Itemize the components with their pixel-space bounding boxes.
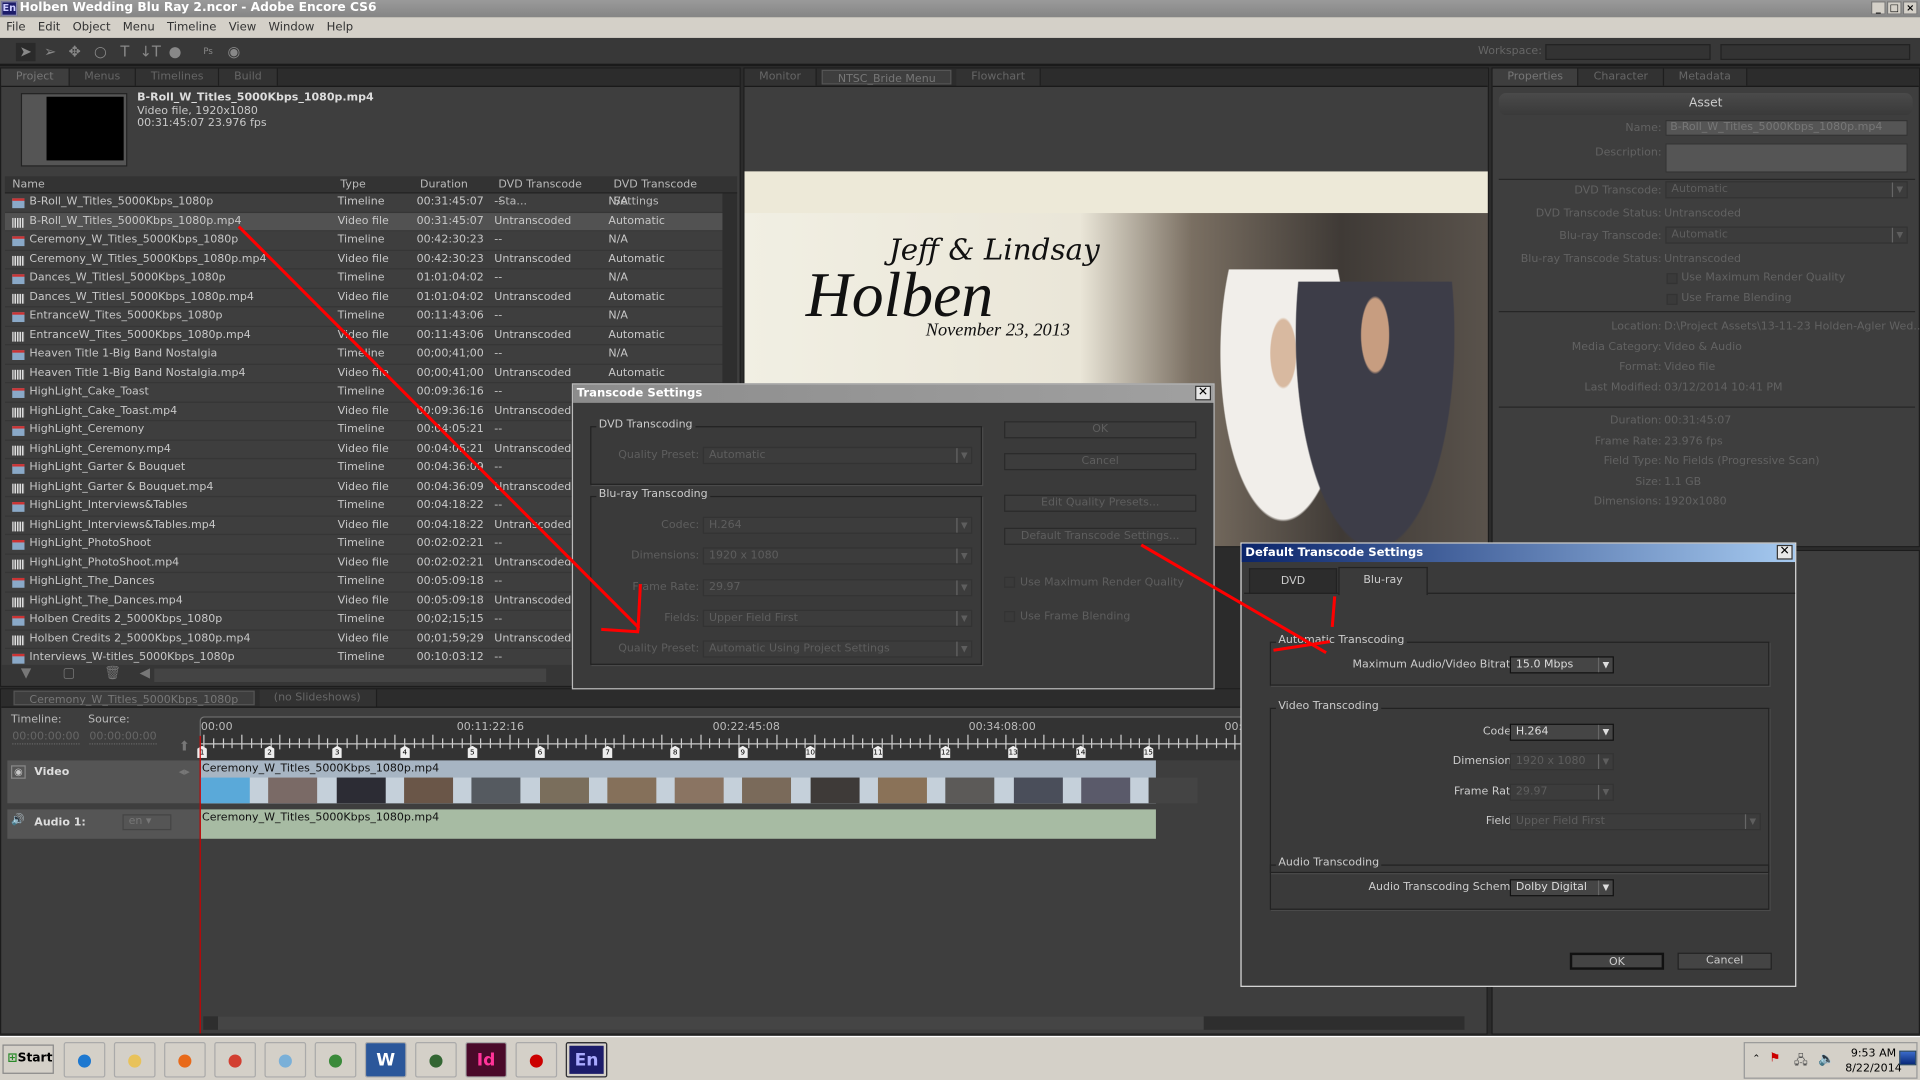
home-taskbar-button[interactable]: ● — [314, 1042, 357, 1078]
network-icon[interactable]: 🖧 — [1794, 1052, 1808, 1073]
indesign-taskbar-button[interactable]: Id — [465, 1042, 507, 1078]
start-label: Start — [17, 1051, 53, 1066]
file-explorer-taskbar-button[interactable]: ● — [113, 1042, 156, 1078]
acrobat-taskbar-button[interactable]: ● — [515, 1042, 558, 1078]
media-player-taskbar-button[interactable]: ● — [164, 1042, 206, 1078]
clock[interactable]: 9:53 AM 8/22/2014 — [1843, 1047, 1904, 1076]
annotation-line — [601, 627, 640, 634]
annotation-line — [1140, 543, 1327, 654]
annotation-line — [1330, 596, 1337, 628]
clock-time: 9:53 AM — [1850, 1048, 1897, 1061]
show-hidden-icons[interactable]: ⌃ — [1752, 1053, 1760, 1064]
clock-date: 8/22/2014 — [1845, 1062, 1902, 1076]
media-center-taskbar-button[interactable]: ● — [415, 1042, 457, 1078]
annotation-line — [636, 584, 642, 631]
app-taskbar-button[interactable]: ● — [264, 1042, 307, 1078]
internet-explorer-taskbar-button[interactable]: ● — [63, 1042, 106, 1078]
encore-taskbar-button[interactable]: En — [565, 1042, 608, 1078]
show-desktop-button[interactable] — [1899, 1050, 1917, 1066]
windows-logo-icon: ⊞ — [7, 1051, 18, 1066]
annotation-line — [237, 225, 641, 630]
word-taskbar-button[interactable]: W — [364, 1042, 407, 1078]
annotation-arrows — [237, 225, 1337, 654]
volume-icon[interactable]: 🔈 — [1818, 1051, 1835, 1067]
start-button[interactable]: ⊞Start — [2, 1044, 54, 1074]
action-center-icon[interactable]: ⚑ — [1769, 1052, 1780, 1065]
chrome-taskbar-button[interactable]: ● — [214, 1042, 256, 1078]
system-tray: ⌃ ⚑ 🖧 🔈 9:53 AM 8/22/2014 — [1743, 1042, 1918, 1079]
annotation-overlay — [237, 225, 1337, 654]
taskbar: ⊞Start ● ● ● ● ● ● W ● Id ● En ⌃ ⚑ 🖧 🔈 9:53 AM 8/22… — [0, 1035, 1920, 1080]
